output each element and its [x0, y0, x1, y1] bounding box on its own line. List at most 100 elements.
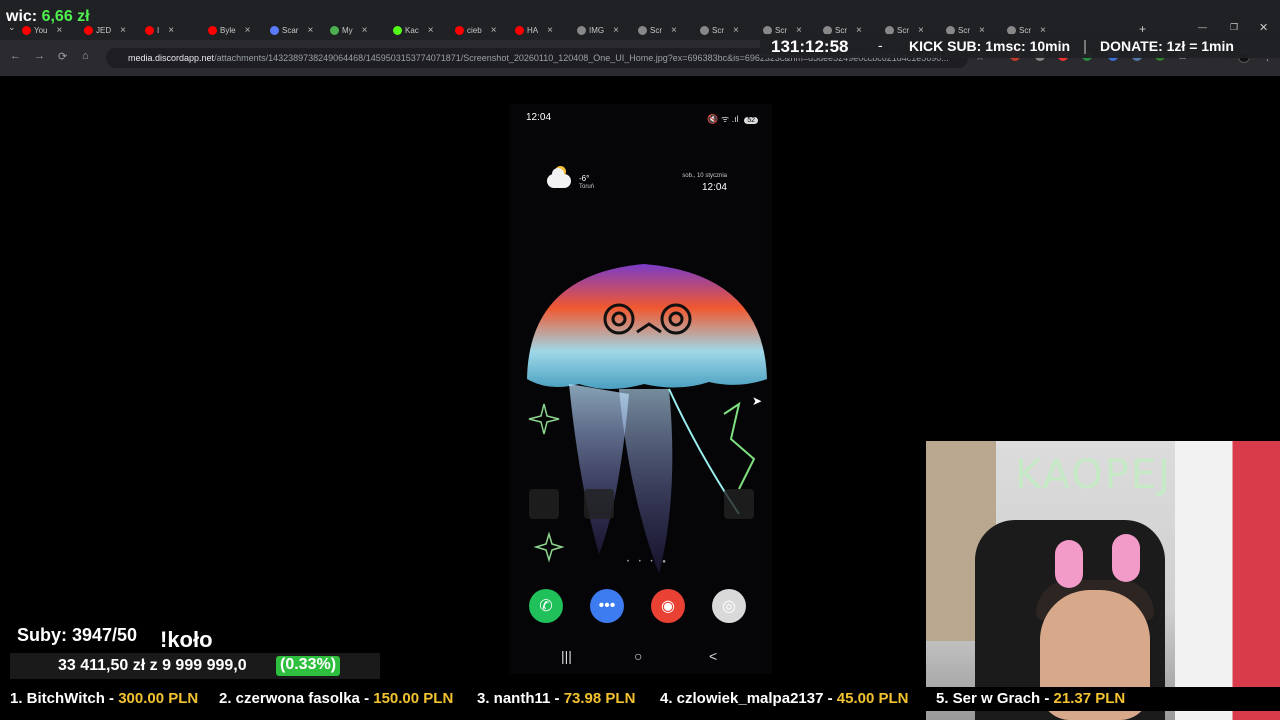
- donor-amount: 73.98 PLN: [563, 690, 636, 707]
- browser-tab[interactable]: Scr ×: [638, 21, 677, 39]
- tab-close-icon[interactable]: ×: [362, 25, 368, 36]
- forward-arrow-icon[interactable]: →: [34, 50, 45, 62]
- donor-name: 3. nanth11 -: [477, 690, 564, 707]
- tab-close-icon[interactable]: ×: [307, 25, 313, 36]
- browser-tab[interactable]: IMG ×: [577, 21, 619, 39]
- donor-name: 2. czerwona fasolka -: [219, 690, 374, 707]
- tab-favicon-icon: [515, 25, 524, 35]
- donor-name: 4. czlowiek_malpa2137 -: [660, 690, 837, 707]
- donor-entry: 1. BitchWitch - 300.00 PLN: [10, 690, 198, 707]
- tab-close-icon[interactable]: ×: [491, 25, 497, 36]
- tab-label: Scar: [282, 25, 299, 35]
- wic-counter: wic: 6,66 zł: [6, 8, 90, 26]
- tab-favicon-icon: [84, 25, 93, 35]
- home-circle-icon[interactable]: ○: [634, 648, 642, 664]
- donor-name: 1. BitchWitch -: [10, 690, 119, 707]
- jellyfish-wallpaper: [527, 264, 767, 574]
- tab-favicon-icon: [208, 25, 217, 35]
- camera-app-icon[interactable]: ◎: [712, 589, 746, 623]
- tab-close-icon[interactable]: ×: [57, 25, 63, 36]
- phone-status-time: 12:04: [526, 112, 552, 123]
- tab-favicon-icon: [393, 25, 402, 35]
- back-chevron-icon[interactable]: <: [709, 648, 717, 664]
- close-window-button[interactable]: ✕: [1259, 21, 1268, 34]
- messages-app-icon[interactable]: •••: [590, 589, 624, 623]
- top-donors-ticker: 1. BitchWitch - 300.00 PLN 2. czerwona fa…: [0, 687, 1280, 711]
- tab-label: Kac: [405, 25, 419, 35]
- tab-favicon-icon: [330, 25, 339, 35]
- tab-label: JED: [96, 25, 112, 35]
- donor-entry: 4. czlowiek_malpa2137 - 45.00 PLN: [660, 690, 908, 707]
- donor-amount: 300.00 PLN: [118, 690, 199, 707]
- tab-label: My: [342, 25, 353, 35]
- page-indicator: • • • ●: [627, 559, 670, 565]
- tab-favicon-icon: [455, 25, 464, 35]
- tab-close-icon[interactable]: ×: [671, 25, 677, 36]
- tab-close-icon[interactable]: ×: [613, 25, 619, 36]
- tab-close-icon[interactable]: ×: [120, 25, 126, 36]
- browser-tab[interactable]: Byle ×: [208, 21, 250, 39]
- phone-status-icons: 🔇 ᯤ .ıl 52: [707, 112, 758, 125]
- camera-glyph: ◎: [722, 598, 736, 615]
- phone-nav-bar: ||| ○ <: [509, 644, 772, 672]
- donor-amount: 45.00 PLN: [836, 690, 909, 707]
- reload-icon[interactable]: ⟳: [58, 50, 67, 63]
- chrome-glyph: ◉: [661, 598, 675, 615]
- donor-entry: 2. czerwona fasolka - 150.00 PLN: [219, 690, 453, 707]
- phone-glyph: ✆: [539, 598, 553, 615]
- divider: [1084, 40, 1086, 54]
- messages-glyph: •••: [598, 597, 616, 614]
- bunny-ear-right: [1112, 534, 1140, 582]
- donor-amount: 21.37 PLN: [1053, 690, 1126, 707]
- tab-favicon-icon: [638, 25, 647, 35]
- chrome-app-icon[interactable]: ◉: [651, 589, 685, 623]
- minimize-button[interactable]: —: [1198, 22, 1207, 32]
- back-arrow-icon[interactable]: ←: [10, 50, 21, 62]
- weather-city: Toruń: [579, 184, 595, 190]
- neon-sign: KAOPEJ: [1015, 452, 1172, 498]
- cloud-icon: [547, 168, 571, 188]
- tab-label: cieb: [467, 25, 482, 35]
- weather-temp: -6°: [579, 174, 590, 183]
- browser-tab[interactable]: My ×: [330, 21, 368, 39]
- tab-close-icon[interactable]: ×: [245, 25, 251, 36]
- url-host: media.discordapp.net: [128, 53, 215, 63]
- tab-close-icon[interactable]: ×: [428, 25, 434, 36]
- tab-favicon-icon: [577, 25, 586, 35]
- mouse-cursor-icon: ➤: [752, 394, 763, 408]
- donation-goal-text: 33 411,50 zł z 9 999 999,0: [58, 657, 247, 674]
- tab-close-icon[interactable]: ×: [733, 25, 739, 36]
- app-dock: ✆ ••• ◉ ◎: [529, 589, 759, 625]
- tab-label: Scr: [650, 25, 662, 35]
- maximize-button[interactable]: ❐: [1230, 22, 1238, 33]
- recent-apps-icon[interactable]: |||: [561, 648, 572, 664]
- status-icons: 🔇 ᯤ .ıl: [707, 114, 739, 124]
- browser-tab[interactable]: Scar ×: [270, 21, 313, 39]
- browser-tab[interactable]: Scr ×: [700, 21, 739, 39]
- tab-favicon-icon: [700, 25, 709, 35]
- tab-label: I: [157, 25, 160, 35]
- tab-close-icon[interactable]: ×: [168, 25, 174, 36]
- wic-label: wic:: [6, 8, 38, 25]
- donor-entry: 3. nanth11 - 73.98 PLN: [477, 690, 635, 707]
- browser-tab[interactable]: Kac ×: [393, 21, 434, 39]
- browser-tab[interactable]: JED ×: [84, 21, 126, 39]
- browser-tab[interactable]: cieb ×: [455, 21, 497, 39]
- tab-favicon-icon: [270, 25, 279, 35]
- donor-name: 5. Ser w Grach -: [936, 690, 1054, 707]
- home-icon[interactable]: ⌂: [82, 50, 89, 62]
- tab-favicon-icon: [145, 25, 154, 35]
- browser-tab[interactable]: I ×: [145, 21, 174, 39]
- tab-close-icon[interactable]: ×: [547, 25, 553, 36]
- phone-app-icon[interactable]: ✆: [529, 589, 563, 623]
- battery-icon: 52: [744, 117, 758, 124]
- kick-sub-rate: KICK SUB: 1msc: 10min: [909, 38, 1071, 54]
- tab-label: You: [34, 25, 48, 35]
- donate-rate: DONATE: 1zł = 1min: [1100, 38, 1234, 54]
- browser-tab[interactable]: HA ×: [515, 21, 553, 39]
- tab-favicon-icon: [22, 25, 31, 35]
- tab-label: Byle: [220, 25, 236, 35]
- tab-label: Scr: [712, 25, 724, 35]
- tab-label: IMG: [589, 25, 605, 35]
- timer-separator: -: [878, 37, 883, 53]
